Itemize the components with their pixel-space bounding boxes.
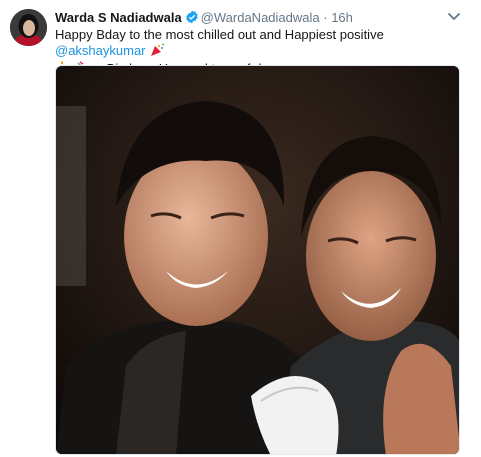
tweet-header: Warda S Nadiadwala @WardaNadiadwala · 16h [55,10,441,28]
avatar-image [10,9,47,46]
tweet-photo-image [56,66,459,454]
tweet-text-part1: Happy Bday to the most chilled out and H… [55,27,384,42]
tweet-photo[interactable] [55,65,460,455]
tweet-card: Warda S Nadiadwala @WardaNadiadwala · 16h… [0,0,481,457]
party-popper-icon [149,43,165,61]
author-handle[interactable]: @WardaNadiadwala [201,10,320,25]
separator-dot: · [323,10,328,25]
verified-badge-icon [185,10,199,28]
mention-link[interactable]: @akshaykumar [55,43,146,58]
chevron-down-icon[interactable] [447,11,461,21]
avatar[interactable] [10,9,47,46]
author-name[interactable]: Warda S Nadiadwala [55,10,182,25]
tweet-timestamp[interactable]: 16h [331,10,353,25]
